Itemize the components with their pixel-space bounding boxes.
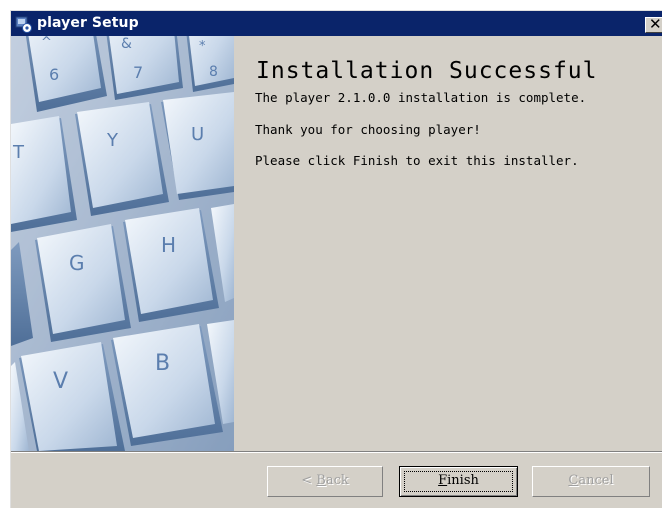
cancel-accelerator: C [568, 473, 579, 488]
cancel-button-label: Cancel [568, 473, 613, 488]
close-button[interactable]: ✕ [645, 15, 662, 33]
thank-you-message: Thank you for choosing player! [255, 122, 481, 137]
key-legend-b: B [155, 351, 170, 376]
finish-accelerator: F [438, 473, 448, 488]
cancel-label-rest: ancel [578, 473, 614, 488]
keyboard-banner-image: ^ 6 & 7 * 8 T Y U G H V B [11, 36, 234, 451]
back-button-label: < Back [301, 473, 349, 488]
key-legend-6: 6 [49, 65, 59, 84]
key-legend-caret: ^ [41, 36, 52, 50]
key-legend-u: U [191, 124, 204, 145]
back-label-rest: ack [325, 473, 349, 488]
setup-dialog: player Setup ✕ ^ 6 & 7 * 8 T Y U G H V B… [10, 10, 662, 508]
key-legend-v: V [53, 369, 68, 394]
finish-instruction: Please click Finish to exit this install… [255, 153, 579, 168]
key-legend-g: G [69, 251, 85, 275]
finish-button-label: Finish [438, 473, 479, 488]
back-button[interactable]: < Back [267, 466, 383, 497]
completion-message: The player 2.1.0.0 installation is compl… [255, 90, 587, 105]
cancel-button[interactable]: Cancel [532, 466, 650, 497]
key-legend-8: 8 [209, 64, 218, 80]
title-bar[interactable]: player Setup ✕ [11, 11, 662, 36]
key-legend-y: Y [106, 130, 119, 151]
key-legend-asterisk: * [199, 39, 206, 54]
close-icon: ✕ [649, 15, 662, 33]
finish-button[interactable]: Finish [399, 466, 518, 497]
key-legend-h: H [161, 233, 176, 257]
finish-label-rest: inish [447, 473, 479, 488]
window-title: player Setup [37, 15, 139, 31]
key-legend-7: 7 [133, 63, 143, 82]
setup-installer-icon[interactable] [15, 15, 33, 33]
back-arrow-icon: < [301, 473, 317, 488]
back-accelerator: B [316, 473, 326, 488]
key-legend-ampersand: & [121, 36, 132, 52]
key-legend-t: T [12, 142, 25, 163]
button-separator [11, 451, 662, 453]
page-title: Installation Successful [256, 58, 598, 84]
